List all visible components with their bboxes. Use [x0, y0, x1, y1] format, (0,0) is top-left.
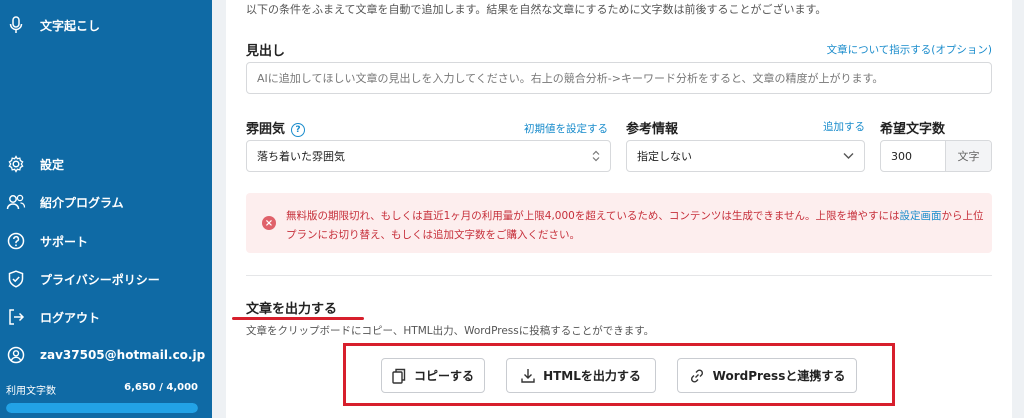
sidebar-item-referral[interactable]: 紹介プログラム: [0, 187, 212, 217]
question-icon: [6, 231, 26, 251]
reference-select-value: 指定しない: [637, 150, 692, 163]
sidebar-item-label: 文字起こし: [40, 18, 101, 33]
mic-icon: [6, 15, 26, 35]
mood-label-text: 雰囲気: [246, 122, 286, 137]
download-icon: [521, 369, 535, 383]
add-reference-link[interactable]: 追加する: [823, 119, 865, 134]
shield-icon: [6, 269, 26, 289]
limit-alert: × 無料版の期限切れ、もしくは直近1ヶ月の利用量が上限4,000を超えているため…: [246, 193, 992, 253]
usage-value: 6,650 / 4,000: [124, 382, 198, 393]
usage-bar: [6, 403, 198, 413]
sidebar-item-logout[interactable]: ログアウト: [0, 302, 212, 332]
sidebar-item-label: ログアウト: [40, 310, 101, 325]
sidebar-item-label: プライバシーポリシー: [40, 272, 160, 287]
main-panel: 以下の条件をふまえて文章を自動で追加します。結果を自然な文章にするために文字数は…: [226, 0, 1012, 418]
usage-meter: 利用文字数 6,650 / 4,000: [6, 382, 198, 413]
form-intro: 以下の条件をふまえて文章を自動で追加します。結果を自然な文章にするために文字数は…: [246, 3, 827, 16]
heading-label: 見出し: [246, 44, 286, 59]
instruction-link[interactable]: 文章について指示する(オプション): [827, 42, 992, 57]
usage-label: 利用文字数: [6, 386, 56, 397]
wordpress-button[interactable]: WordPressと連携する: [677, 358, 857, 393]
output-section-title: 文章を出力する: [246, 302, 338, 317]
annotation-underline: [232, 317, 364, 320]
sidebar-item-label: 設定: [40, 157, 65, 172]
gear-icon: [6, 154, 26, 174]
sidebar-item-label: 紹介プログラム: [40, 195, 124, 210]
divider: [246, 275, 992, 276]
sidebar-item-account[interactable]: zav37505@hotmail.co.jp: [0, 340, 212, 370]
chevron-down-icon: [843, 153, 854, 159]
sidebar-item-settings[interactable]: 設定: [0, 149, 212, 179]
char-count-value: 300: [891, 149, 912, 163]
char-count-input[interactable]: 300 文字: [880, 140, 992, 172]
sidebar-item-label: zav37505@hotmail.co.jp: [40, 348, 206, 362]
reference-select[interactable]: 指定しない: [626, 140, 865, 172]
sidebar-item-label: サポート: [40, 234, 89, 249]
char-count-label: 希望文字数: [880, 122, 946, 137]
mood-select[interactable]: 落ち着いた雰囲気: [246, 140, 611, 172]
sidebar-item-privacy[interactable]: プライバシーポリシー: [0, 264, 212, 294]
heading-input[interactable]: AIに追加してほしい文章の見出しを入力してください。右上の競合分析->キーワード…: [246, 62, 992, 94]
reference-label: 参考情報: [626, 122, 679, 137]
alert-message: 無料版の期限切れ、もしくは直近1ヶ月の利用量が上限4,000を超えているため、コ…: [286, 207, 986, 245]
mood-label: 雰囲気?: [246, 118, 306, 137]
help-icon[interactable]: ?: [291, 122, 306, 137]
logout-icon: [6, 307, 26, 327]
alert-text: 無料版の期限切れ、もしくは直近1ヶ月の利用量が上限4,000を超えているため、コ…: [286, 210, 900, 222]
copy-icon: [392, 368, 406, 384]
usage-bar-fill: [6, 403, 198, 413]
char-count-unit: 文字: [945, 141, 991, 171]
sidebar-item-transcription[interactable]: 文字起こし: [0, 10, 212, 40]
set-default-link[interactable]: 初期値を設定する: [524, 121, 608, 136]
html-export-button-label: HTMLを出力する: [543, 369, 641, 383]
updown-chevron-icon: [592, 150, 600, 162]
output-section-subtitle: 文章をクリップボードにコピー、HTML出力、WordPressに投稿することがで…: [246, 325, 655, 337]
link-icon: [690, 368, 703, 383]
copy-button[interactable]: コピーする: [381, 358, 485, 393]
user-icon: [6, 345, 26, 365]
close-circle-icon: ×: [262, 216, 276, 230]
wordpress-button-label: WordPressと連携する: [712, 369, 846, 383]
mood-select-value: 落ち着いた雰囲気: [257, 150, 345, 163]
copy-button-label: コピーする: [413, 369, 474, 383]
settings-link[interactable]: 設定画面: [900, 210, 942, 222]
html-export-button[interactable]: HTMLを出力する: [506, 358, 656, 393]
sidebar: 文字起こし 設定 紹介プログラム サポート プライバシーポリシー ログアウト z…: [0, 0, 212, 418]
sidebar-item-support[interactable]: サポート: [0, 226, 212, 256]
users-icon: [6, 192, 26, 212]
